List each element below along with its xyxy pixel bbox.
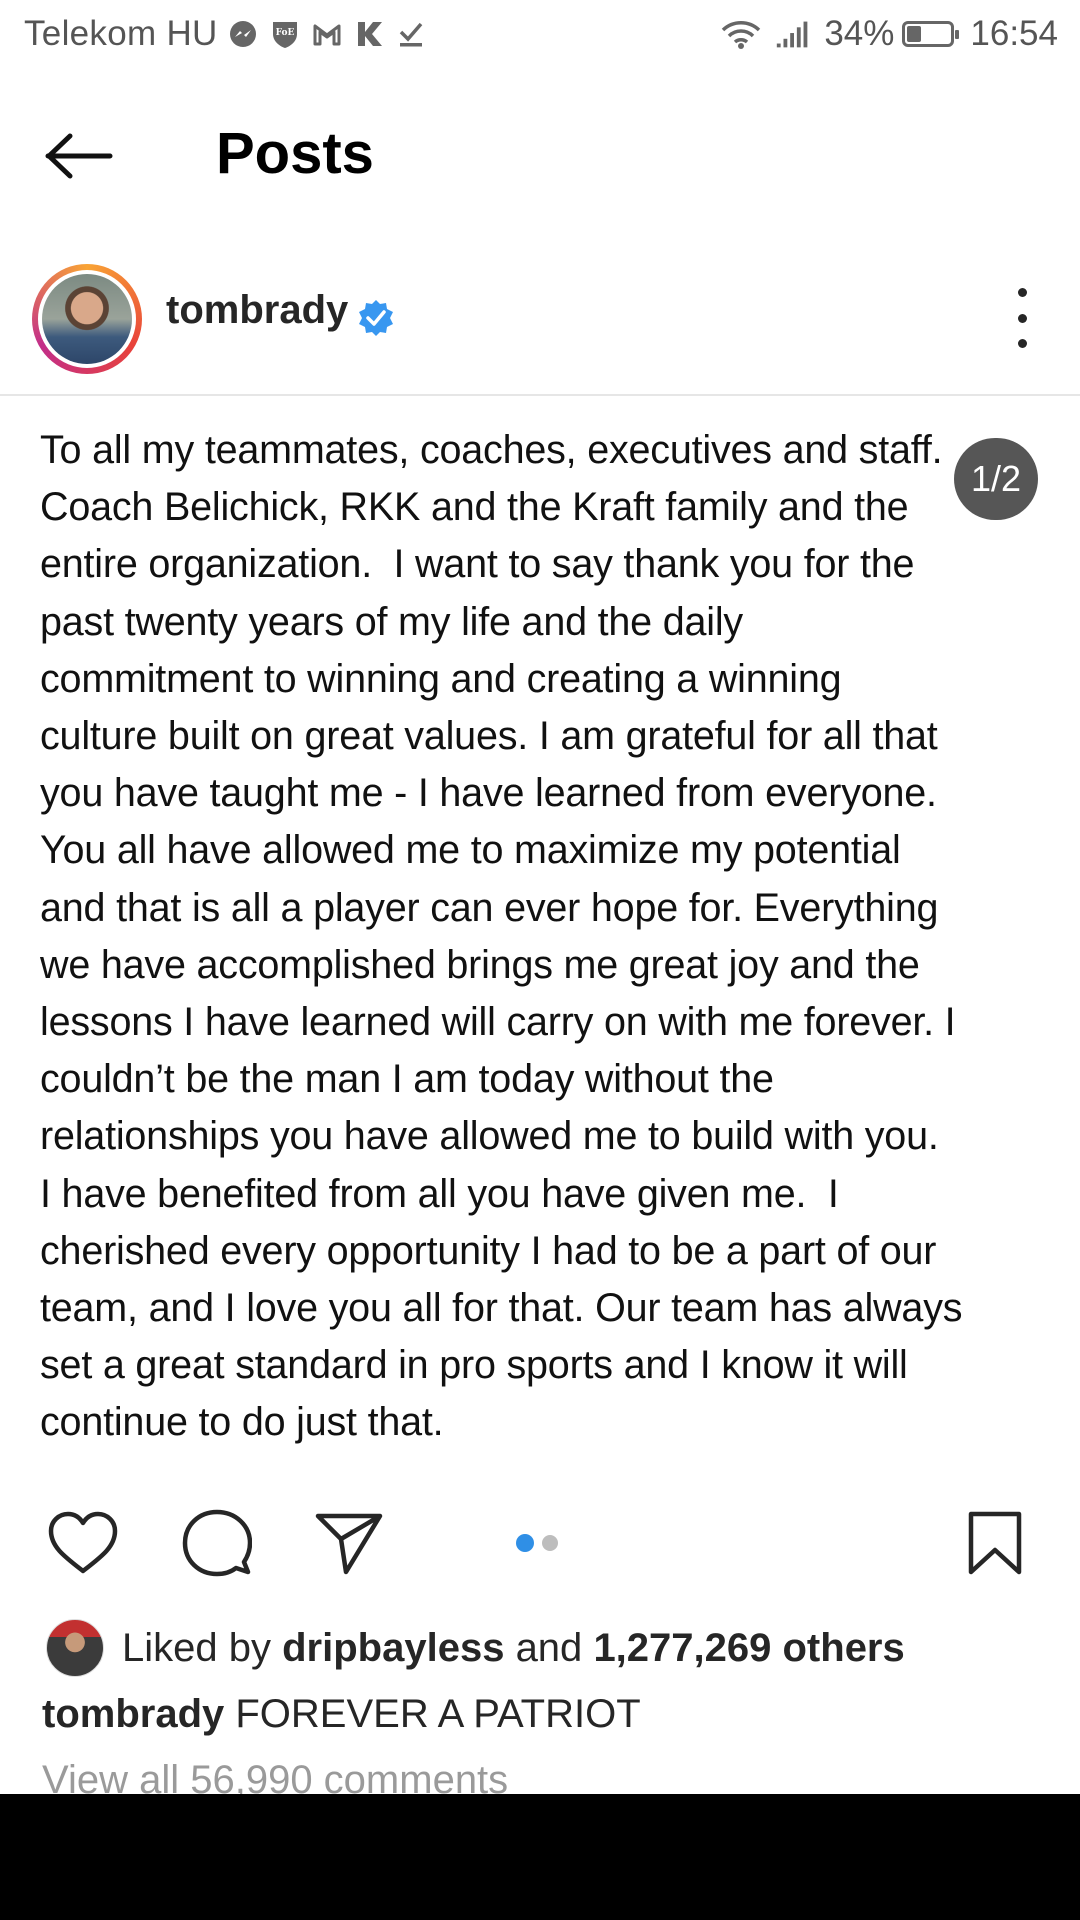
- avatar-frame: [38, 270, 136, 368]
- more-dot-icon: [1017, 288, 1027, 297]
- likes-text: Liked by dripbayless and 1,277,269 other…: [122, 1626, 905, 1671]
- wifi-icon: [718, 17, 764, 51]
- post-caption: tombrady FOREVER A PATRIOT: [42, 1692, 641, 1737]
- battery-level: [907, 26, 922, 42]
- comment-bubble-icon: [182, 1509, 252, 1577]
- download-check-icon: [394, 17, 428, 51]
- gmail-icon: [310, 17, 344, 51]
- caption-text: FOREVER A PATRIOT: [235, 1692, 641, 1736]
- post-username[interactable]: tombrady: [166, 288, 348, 333]
- messenger-icon: [226, 17, 260, 51]
- battery-icon: [902, 21, 960, 47]
- post-header: tombrady: [0, 258, 1080, 378]
- post-actions: [0, 1500, 1080, 1584]
- likes-joiner: and: [515, 1625, 583, 1670]
- more-options-button[interactable]: [1002, 288, 1042, 348]
- battery-percentage: 34%: [824, 14, 895, 53]
- divider: [0, 394, 1080, 396]
- post-text-content[interactable]: To all my teammates, coaches, executives…: [40, 422, 1050, 1452]
- carrier-name: Telekom HU: [24, 14, 218, 53]
- status-bar-right: 34% 16:54: [718, 14, 1058, 54]
- more-dot-icon: [1017, 313, 1027, 323]
- save-button[interactable]: [958, 1508, 1032, 1578]
- likes-others-count[interactable]: 1,277,269 others: [593, 1626, 904, 1670]
- carousel-page-indicator: 1/2: [954, 438, 1038, 520]
- clock: 16:54: [970, 14, 1058, 53]
- avatar-image: [42, 274, 132, 364]
- signal-icon: [772, 17, 816, 51]
- carousel-dot-active: [516, 1534, 534, 1552]
- comment-button[interactable]: [180, 1508, 254, 1578]
- verified-badge-icon: [359, 300, 393, 336]
- carousel-dots: [516, 1534, 558, 1552]
- status-bar-left: Telekom HU FoE: [24, 14, 428, 54]
- svg-text:FoE: FoE: [275, 28, 294, 38]
- back-button[interactable]: [44, 126, 124, 186]
- app-header: Posts: [0, 100, 1080, 210]
- foe-shield-icon: FoE: [268, 17, 302, 51]
- back-arrow-icon: [45, 133, 113, 179]
- send-paper-plane-icon: [315, 1513, 383, 1575]
- liker-username[interactable]: dripbayless: [282, 1626, 504, 1670]
- carousel-dot: [542, 1535, 558, 1551]
- bookmark-icon: [968, 1511, 1022, 1575]
- liker-avatar: [46, 1619, 104, 1677]
- likes-prefix: Liked by: [122, 1625, 271, 1670]
- share-button[interactable]: [312, 1508, 386, 1578]
- status-bar: Telekom HU FoE 34% 16:54: [0, 0, 1080, 76]
- caption-username[interactable]: tombrady: [42, 1692, 224, 1736]
- k-app-icon: [352, 17, 386, 51]
- likes-summary[interactable]: Liked by dripbayless and 1,277,269 other…: [46, 1619, 905, 1677]
- more-dot-icon: [1017, 339, 1027, 348]
- heart-icon: [48, 1511, 118, 1574]
- system-navigation-bar: [0, 1794, 1080, 1920]
- page-title: Posts: [216, 121, 374, 186]
- avatar[interactable]: [32, 264, 142, 374]
- like-button[interactable]: [46, 1508, 120, 1578]
